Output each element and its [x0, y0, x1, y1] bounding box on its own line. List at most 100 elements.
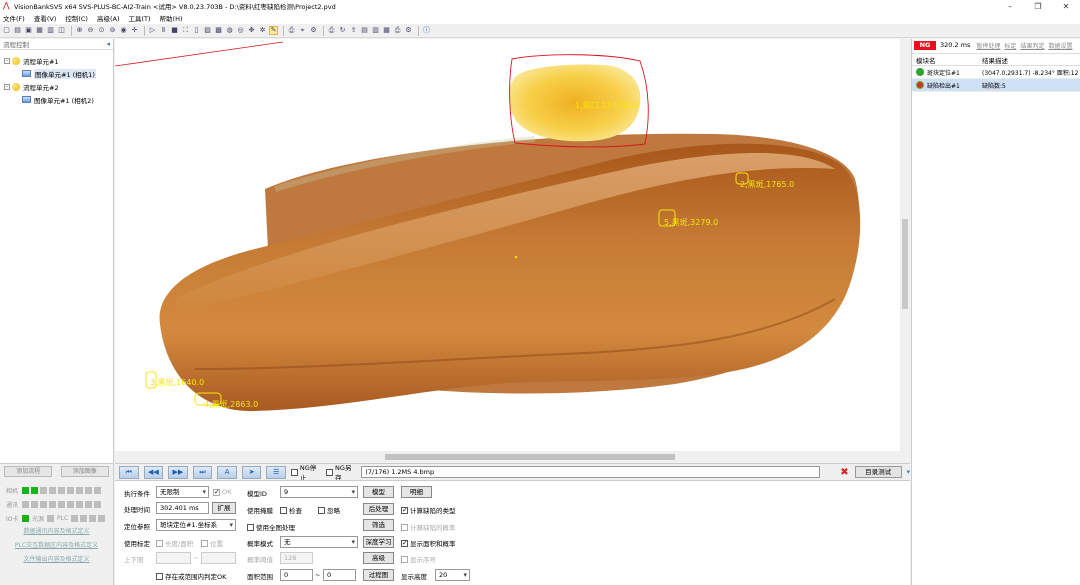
catalog-test-button[interactable]: 目录测试: [854, 466, 902, 478]
menu-advanced[interactable]: 高级(A): [97, 13, 120, 23]
ng-stop-box[interactable]: [291, 468, 298, 476]
globe-icon[interactable]: ◍: [225, 26, 234, 35]
horizontal-scrollbar[interactable]: [115, 451, 910, 463]
report-icon[interactable]: ▤: [360, 26, 369, 35]
print-icon[interactable]: ⎙: [287, 26, 296, 35]
calibration-link[interactable]: 标定: [1004, 41, 1016, 50]
filter-button[interactable]: 筛选: [363, 519, 394, 531]
deep-learn-button[interactable]: 深度学习: [363, 536, 394, 548]
save-icon[interactable]: ▣: [24, 26, 33, 35]
list-button[interactable]: ☰: [266, 465, 287, 479]
table-row[interactable]: 缺陷检出#1 缺陷数:5: [912, 79, 1080, 92]
comm-format-link[interactable]: 数据通讯内容及格式定义: [0, 525, 113, 539]
add-image-button[interactable]: 添加图像: [60, 466, 109, 477]
ng-save-box[interactable]: [326, 468, 334, 476]
vertical-scrollbar[interactable]: [900, 39, 910, 451]
printer-icon[interactable]: ⎙: [327, 26, 336, 35]
fullscreen-icon[interactable]: ⛶: [181, 26, 190, 35]
zoom-in-icon[interactable]: ⊕: [75, 26, 84, 35]
menu-view[interactable]: 查看(V): [34, 13, 57, 23]
zoom-fit-icon[interactable]: ⊙: [97, 26, 106, 35]
ng-save-checkbox[interactable]: NG另存: [326, 462, 357, 482]
zoom-actual-icon[interactable]: ⊚: [108, 26, 117, 35]
show-index-box[interactable]: [401, 555, 408, 563]
check-checkbox[interactable]: 检查: [280, 505, 302, 515]
location-icon[interactable]: ⌖: [298, 26, 307, 35]
target-icon[interactable]: ◎: [236, 26, 245, 35]
show-area-checkbox[interactable]: 显示面积和概率: [401, 538, 456, 548]
detail-button[interactable]: 明细: [401, 486, 432, 498]
postproc-button[interactable]: 后处理: [363, 503, 394, 515]
menu-file[interactable]: 文件(F): [3, 13, 25, 23]
len-area-box[interactable]: [156, 539, 163, 547]
prev-image-button[interactable]: ◀◀: [143, 465, 164, 479]
model-button[interactable]: 模型: [363, 486, 394, 498]
data-settings-link[interactable]: 数据设置: [1048, 41, 1072, 50]
crosshair-icon[interactable]: ✛: [130, 26, 139, 35]
process-img-button[interactable]: 过程图: [363, 569, 394, 581]
settings-icon[interactable]: ⚙: [309, 26, 318, 35]
tree-node-image-unit-2[interactable]: 图像单元#1 (相机2): [0, 93, 113, 106]
out-of-range-box[interactable]: [156, 572, 163, 580]
use-fullimg-checkbox[interactable]: 使用全图处理: [247, 522, 295, 532]
play-icon[interactable]: ▷: [148, 26, 157, 35]
save-as-icon[interactable]: ▦: [35, 26, 44, 35]
stop-icon[interactable]: ■: [170, 26, 179, 35]
zoom-out-icon[interactable]: ⊖: [86, 26, 95, 35]
ignore-box[interactable]: [318, 506, 325, 514]
collapse-icon[interactable]: –: [4, 57, 10, 64]
text-tool-button[interactable]: A: [217, 465, 237, 479]
page-icon[interactable]: ▯: [192, 26, 201, 35]
calc-type-checkbox[interactable]: 计算缺陷的类型: [401, 505, 456, 515]
lower-limit-field[interactable]: [156, 552, 191, 564]
locate-ref-select[interactable]: 斑块定位#1.坐标系: [156, 519, 236, 531]
minimize-button[interactable]: –: [996, 2, 1024, 11]
last-image-button[interactable]: ⏭: [192, 465, 213, 479]
advanced-button[interactable]: 高级: [363, 552, 394, 564]
add-flow-button[interactable]: 添加流程: [4, 466, 53, 477]
tree-node-flow-2[interactable]: – 流程单元#2: [0, 80, 113, 93]
export-icon[interactable]: ⇪: [349, 26, 358, 35]
prob-thresh-field[interactable]: 128: [280, 552, 313, 564]
expand-icon[interactable]: ✥: [247, 26, 256, 35]
layout-icon[interactable]: ▥: [46, 26, 55, 35]
maximize-button[interactable]: ❐: [1024, 2, 1052, 11]
use-fullimg-box[interactable]: [247, 523, 254, 531]
ok-box[interactable]: [213, 488, 220, 496]
info-icon[interactable]: ⓘ: [422, 26, 431, 35]
exec-cond-select[interactable]: 无限制: [156, 486, 209, 498]
out-of-range-checkbox[interactable]: 存在或范围内判定OK: [156, 571, 226, 581]
len-area-checkbox[interactable]: 长度/面积: [156, 538, 193, 548]
chart-icon[interactable]: ▥: [371, 26, 380, 35]
model-id-select[interactable]: 9: [280, 486, 358, 498]
close-x-icon[interactable]: ✖: [840, 467, 848, 478]
histogram-icon[interactable]: ▩: [214, 26, 223, 35]
proc-time-field[interactable]: 302.401 ms: [156, 502, 209, 514]
upper-limit-field[interactable]: [201, 552, 236, 564]
gear-small-icon[interactable]: ✲: [258, 26, 267, 35]
close-button[interactable]: ✕: [1052, 2, 1080, 11]
menu-help[interactable]: 帮助(H): [160, 13, 183, 23]
collapse-icon[interactable]: –: [4, 83, 10, 90]
file-output-link[interactable]: 文件输出内容及格式定义: [0, 553, 113, 567]
show-area-box[interactable]: [401, 539, 408, 547]
plc-format-link[interactable]: PLC交互数据区内容及格式定义: [0, 539, 113, 553]
position-checkbox[interactable]: 位置: [201, 538, 223, 548]
db-icon[interactable]: ▦: [382, 26, 391, 35]
new-file-icon[interactable]: ▢: [2, 26, 11, 35]
horizontal-scroll-thumb[interactable]: [385, 454, 675, 460]
tree-node-flow-1[interactable]: – 流程单元#1: [0, 54, 113, 67]
image-view[interactable]: 1,裂口,117702.0 2,黑斑,1765.0 5,黑斑,3279.0 3,…: [115, 39, 910, 463]
print2-icon[interactable]: ⎙: [393, 26, 402, 35]
ng-stop-checkbox[interactable]: NG停止: [291, 462, 322, 482]
image-icon[interactable]: ▨: [203, 26, 212, 35]
send-button[interactable]: ➤: [241, 465, 262, 479]
display-height-field[interactable]: 20: [435, 569, 470, 581]
result-judge-link[interactable]: 结果判定: [1020, 41, 1044, 50]
prob-mode-select[interactable]: 无: [280, 536, 358, 548]
expand-button[interactable]: 扩展: [212, 502, 236, 514]
ok-checkbox[interactable]: OK: [213, 488, 231, 496]
refresh-icon[interactable]: ↻: [338, 26, 347, 35]
pause-processing-link[interactable]: 暂停处理: [976, 41, 1000, 50]
area-max-field[interactable]: 0: [323, 569, 356, 581]
